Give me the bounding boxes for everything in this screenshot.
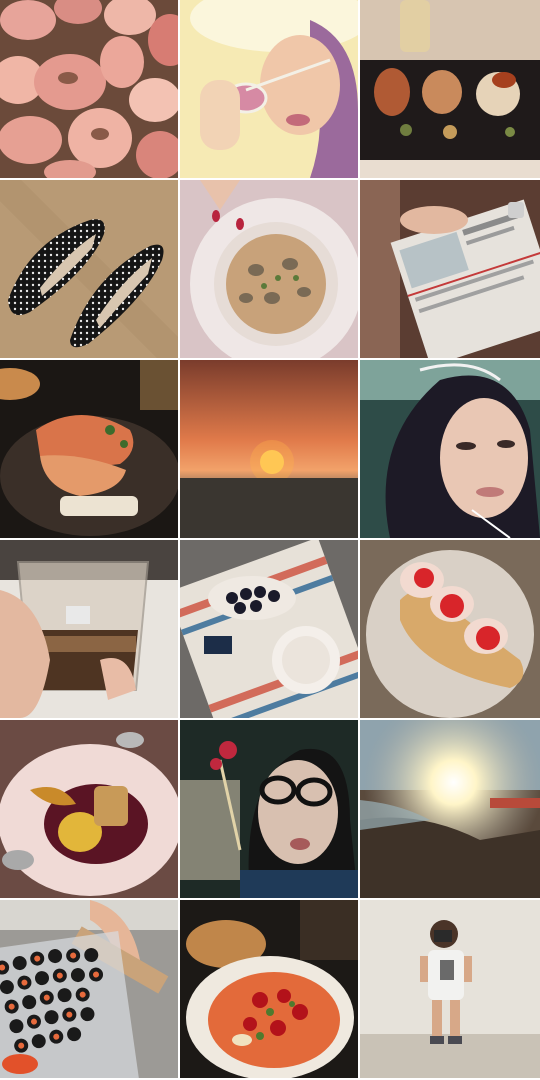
photo-child-camera[interactable] bbox=[360, 900, 540, 1078]
photo-peaches[interactable] bbox=[0, 0, 178, 178]
polka-dot-flats-icon bbox=[0, 180, 178, 358]
sunset-icon bbox=[180, 360, 358, 538]
clipboard-menu-icon bbox=[360, 180, 540, 358]
photo-beach-sun[interactable] bbox=[360, 720, 540, 898]
dessert-plate-icon bbox=[0, 720, 178, 898]
clam-pasta-icon bbox=[180, 180, 358, 358]
beach-sun-icon bbox=[360, 720, 540, 898]
photo-clipboard-menu[interactable] bbox=[360, 180, 540, 358]
seared-scallops-icon bbox=[360, 0, 540, 178]
photo-collage bbox=[0, 0, 540, 1080]
photo-tomato-salad[interactable] bbox=[180, 900, 358, 1078]
tomato-toast-icon bbox=[360, 540, 540, 718]
peaches-icon bbox=[0, 0, 178, 178]
child-camera-icon bbox=[360, 900, 540, 1078]
tomato-salad-icon bbox=[180, 900, 358, 1078]
sushi-table-icon bbox=[180, 540, 358, 718]
woman-glasses-flower-icon bbox=[180, 720, 358, 898]
photo-espresso-glass[interactable] bbox=[0, 540, 178, 718]
selfie-icon bbox=[360, 360, 540, 538]
photo-sunset[interactable] bbox=[180, 360, 358, 538]
photo-clam-pasta[interactable] bbox=[180, 180, 358, 358]
photo-woman-sunglasses[interactable] bbox=[180, 0, 358, 178]
espresso-glass-icon bbox=[0, 540, 178, 718]
photo-sushi-tray[interactable] bbox=[0, 900, 178, 1078]
woman-sunglasses-icon bbox=[180, 0, 358, 178]
photo-sushi-table[interactable] bbox=[180, 540, 358, 718]
photo-woman-glasses-flower[interactable] bbox=[180, 720, 358, 898]
photo-selfie[interactable] bbox=[360, 360, 540, 538]
photo-dessert-plate[interactable] bbox=[0, 720, 178, 898]
sushi-tray-icon bbox=[0, 900, 178, 1078]
photo-polka-dot-flats[interactable] bbox=[0, 180, 178, 358]
photo-seared-scallops[interactable] bbox=[360, 0, 540, 178]
photo-prawn-dish[interactable] bbox=[0, 360, 178, 538]
photo-tomato-toast[interactable] bbox=[360, 540, 540, 718]
prawn-dish-icon bbox=[0, 360, 178, 538]
